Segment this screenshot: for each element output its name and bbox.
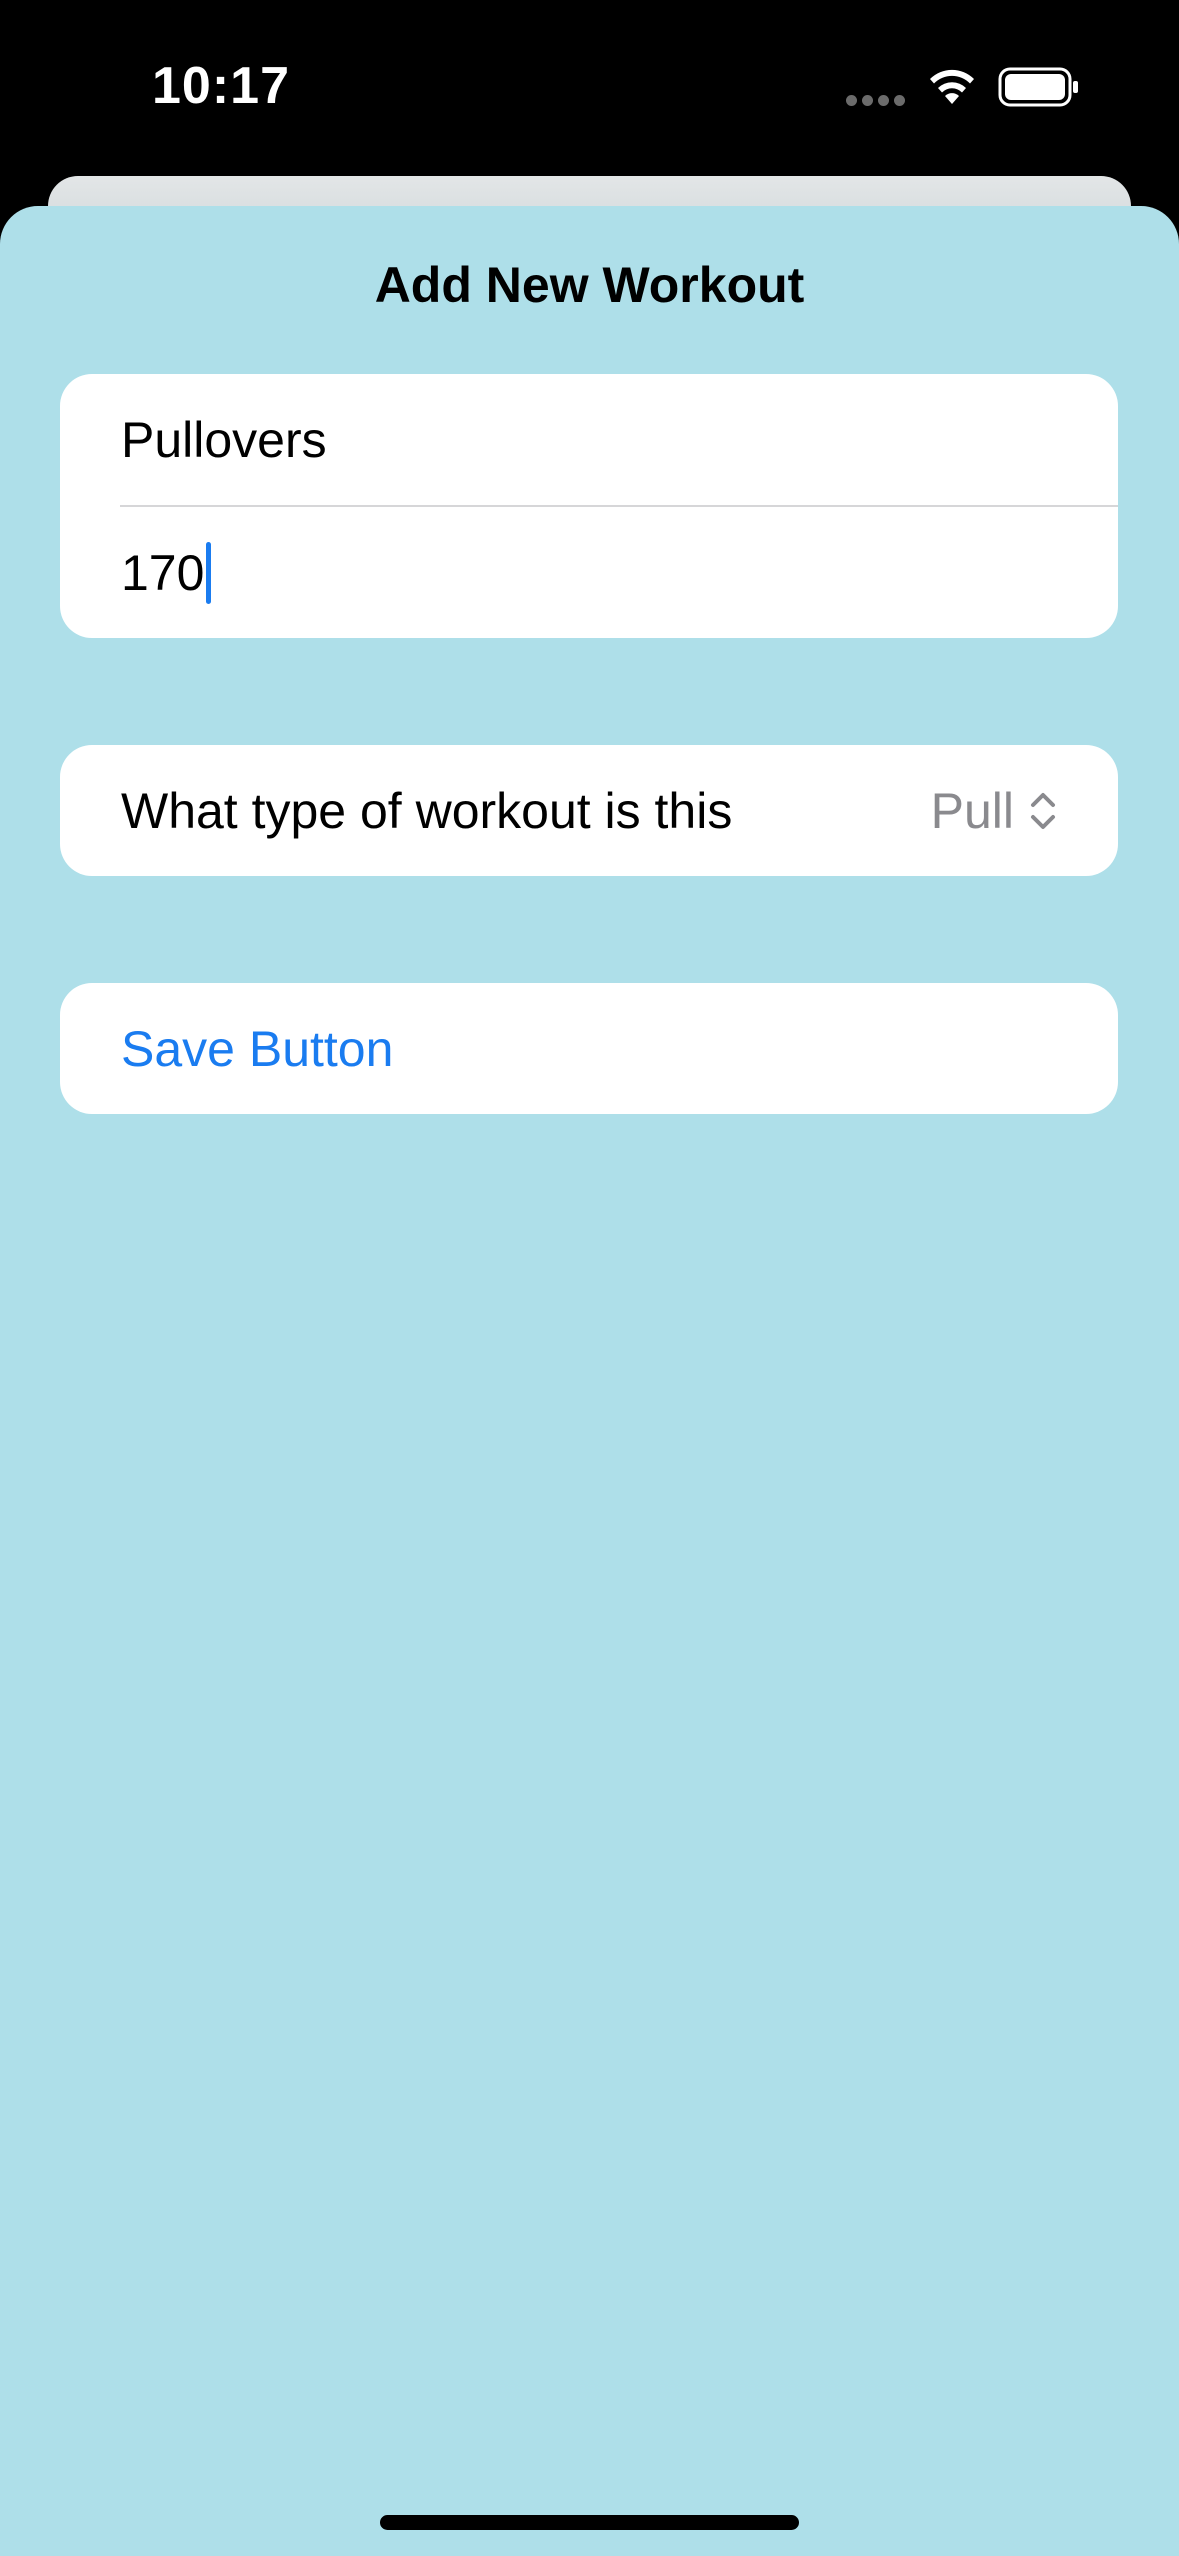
workout-name-value: Pullovers <box>121 411 327 468</box>
battery-icon <box>998 67 1078 107</box>
signal-dots-icon <box>846 95 906 107</box>
workout-type-value: Pull <box>930 782 1014 839</box>
status-time: 10:17 <box>152 57 290 115</box>
save-button[interactable]: Save Button <box>60 983 1118 1114</box>
workout-weight-field[interactable]: 170 <box>60 507 1118 638</box>
add-workout-sheet: Add New Workout Pullovers 170 What type … <box>0 206 1179 2556</box>
workout-type-selection[interactable]: Pull <box>931 745 1058 876</box>
workout-weight-value: 170 <box>121 544 205 601</box>
home-indicator[interactable] <box>380 2515 799 2530</box>
text-cursor <box>206 541 212 604</box>
wifi-icon <box>930 69 974 104</box>
workout-type-picker[interactable]: What type of workout is this Pull <box>60 745 1118 876</box>
workout-type-label: What type of workout is this <box>121 782 733 839</box>
sheet-title: Add New Workout <box>374 257 805 313</box>
chevron-updown-icon <box>1031 792 1055 829</box>
save-button-label: Save Button <box>121 1020 394 1077</box>
status-bar: 10:17 <box>0 0 1179 180</box>
save-row[interactable]: Save Button <box>60 983 1118 1114</box>
workout-name-field[interactable]: Pullovers <box>60 374 1118 505</box>
workout-fields-group: Pullovers 170 <box>60 374 1118 638</box>
